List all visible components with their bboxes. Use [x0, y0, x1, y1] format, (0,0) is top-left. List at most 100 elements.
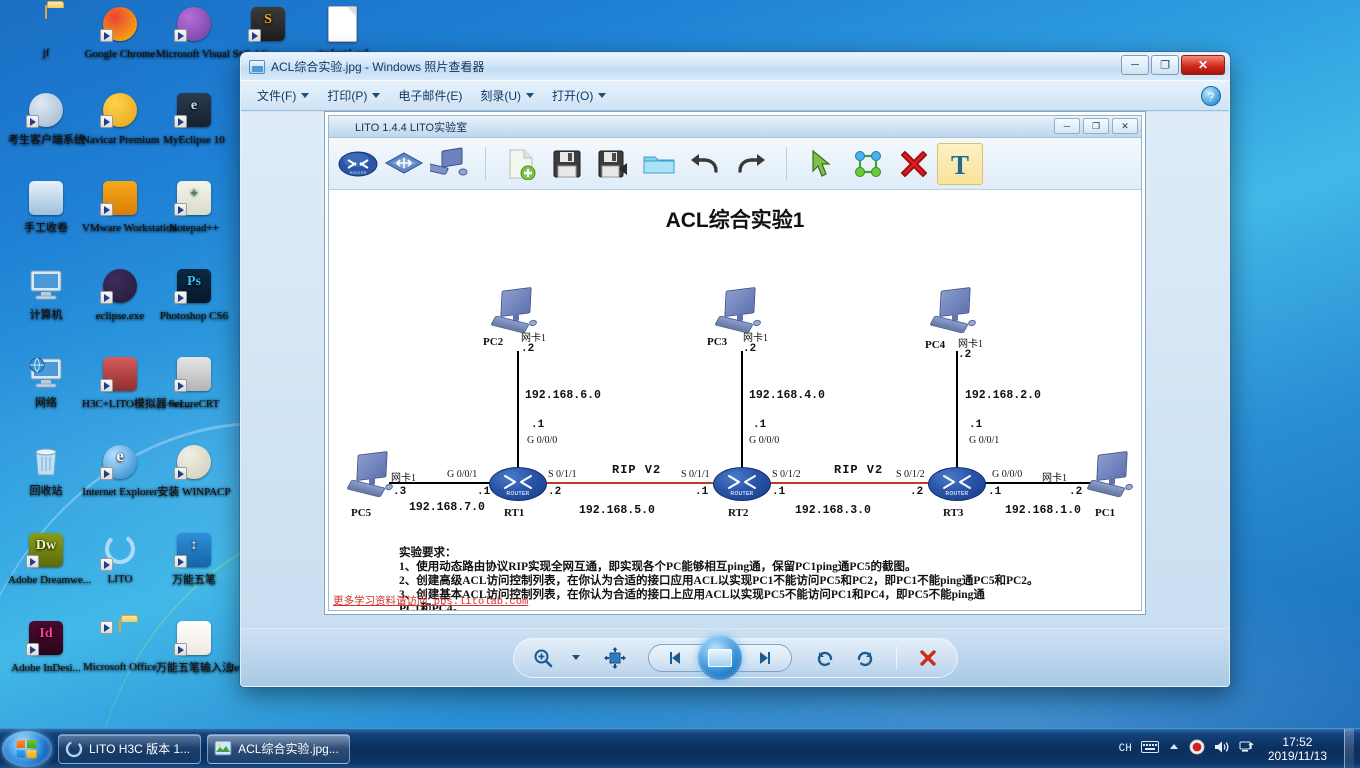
desktop-icon-exam-client[interactable]: 考生客户端系统: [8, 92, 85, 147]
viewer-title: ACL综合实验.jpg - Windows 照片查看器: [271, 60, 485, 74]
desktop-icon-wubi-ime[interactable]: 万能五笔输入法: [156, 620, 233, 675]
volume-icon[interactable]: [1214, 740, 1230, 757]
desktop-icon-myeclipse[interactable]: e MyEclipse 10: [156, 92, 232, 147]
desktop-icon-label: Adobe InDesi...: [11, 662, 81, 674]
rt2-up-interface: G 0/0/0: [749, 435, 780, 446]
network-192-168-1-0: 192.168.1.0: [1005, 504, 1081, 517]
link-pc3-rt2: [741, 351, 743, 483]
network-tray-icon[interactable]: [1239, 740, 1255, 757]
desktop-icon-vmware[interactable]: VMware Workstation: [82, 180, 177, 235]
desktop-icon-indesign[interactable]: Id Adobe InDesi...: [8, 620, 84, 675]
desktop-icon-dreamweaver[interactable]: Dw Adobe Dreamwe...: [8, 532, 91, 587]
zoom-icon[interactable]: [530, 645, 556, 671]
viewer-control-bar: [241, 628, 1229, 686]
lito-minimize-button: ─: [1054, 118, 1080, 134]
taskbar-button-lito-label: LITO H3C 版本 1...: [89, 742, 191, 756]
recorder-icon[interactable]: [1189, 739, 1205, 758]
zoom-dropdown-caret-icon[interactable]: [570, 645, 582, 671]
network-192-168-6-0: 192.168.6.0: [525, 389, 601, 402]
lito-close-button: ✕: [1112, 118, 1138, 134]
desktop-icon-computer[interactable]: 计算机: [8, 268, 84, 322]
viewer-title-bar[interactable]: ACL综合实验.jpg - Windows 照片查看器 ─ ❐ ✕: [241, 53, 1229, 81]
delete-image-icon[interactable]: [915, 645, 941, 671]
desktop-icon-folder[interactable]: jf: [8, 5, 84, 60]
footer-link[interactable]: 更多学习资料请访问 bbs.litolab.com: [333, 593, 528, 608]
topology-canvas: ACL综合实验1 PC2 网卡1 .2 PC3 网卡1 .2 PC4 网卡1 .…: [329, 191, 1141, 610]
clock-date: 2019/11/13: [1267, 748, 1327, 763]
requirement-2: 2、创建高级ACL访问控制列表，在你认为合适的接口应用ACL以实现PC1不能访问…: [399, 575, 1039, 587]
desktop-icon-notepadpp[interactable]: + Notepad++: [156, 180, 232, 235]
desktop-icon-office-folder[interactable]: Microsoft Office: [82, 619, 158, 674]
taskbar: LITO H3C 版本 1... ACL综合实验.jpg... CH 17:52…: [0, 728, 1360, 768]
viewer-maximize-button[interactable]: ❐: [1151, 55, 1179, 75]
help-icon[interactable]: ?: [1201, 85, 1221, 106]
router-rt1-label: RT1: [504, 507, 525, 519]
desktop-icon-lito[interactable]: LITO: [82, 532, 158, 586]
clock[interactable]: 17:52 2019/11/13: [1264, 735, 1335, 763]
desktop-icon-recycle-bin[interactable]: 回收站: [8, 444, 84, 498]
rt1-serial-octet: .2: [548, 486, 562, 498]
router-icon: [928, 467, 986, 501]
rt1-left-interface: G 0/0/1: [447, 469, 478, 480]
viewer-image-canvas: LITO 1.4.4 LITO实验室 ─ ❐ ✕ ROUTER T ACL综合实…: [241, 112, 1229, 628]
taskbar-button-lito[interactable]: LITO H3C 版本 1...: [58, 733, 202, 764]
menu-open[interactable]: 打开(O): [544, 83, 614, 108]
show-hidden-icons-icon[interactable]: [1168, 742, 1180, 755]
lito-application-window: LITO 1.4.4 LITO实验室 ─ ❐ ✕ ROUTER T ACL综合实…: [328, 115, 1142, 611]
lito-app-icon: [65, 740, 83, 758]
rt2-up-octet: .1: [753, 419, 767, 431]
next-image-button[interactable]: [733, 643, 792, 672]
keyboard-icon[interactable]: [1140, 741, 1159, 756]
windows-photo-viewer-window[interactable]: ACL综合实验.jpg - Windows 照片查看器 ─ ❐ ✕ 文件(F) …: [240, 52, 1230, 687]
rt3-lan-right-interface: G 0/0/0: [992, 469, 1023, 480]
desktop-icon-winpcap[interactable]: 安装 WINPACP: [156, 444, 232, 499]
desktop-icon-navicat[interactable]: Navicat Premium: [82, 92, 159, 147]
desktop-icon-eclipse[interactable]: eclipse.exe: [82, 268, 158, 323]
menu-email[interactable]: 电子邮件(E): [390, 83, 470, 108]
start-button[interactable]: [2, 730, 52, 767]
fit-to-window-icon[interactable]: [602, 645, 628, 671]
wubi-icon: ↕: [174, 533, 213, 571]
host-pc5-label: PC5: [351, 507, 372, 519]
menu-burn[interactable]: 刻录(U): [472, 83, 542, 108]
requirement-1: 1、使用动态路由协议RIP实现全网互通，即实现各个PC能够相互ping通，保留P…: [399, 561, 917, 573]
desktop-icon-printer[interactable]: 手工收卷: [8, 180, 84, 235]
slideshow-button[interactable]: [697, 635, 742, 680]
desktop-icon-network[interactable]: 网络: [8, 356, 84, 410]
notepadpp-icon: +: [174, 181, 213, 219]
link-rt2-rt3-serial: [769, 482, 929, 484]
desktop-icon-label: 网络: [35, 397, 57, 409]
navigation-group: [647, 635, 792, 680]
desktop-icon-securecrt[interactable]: SecureCRT: [156, 356, 232, 411]
router-icon: [713, 467, 771, 501]
show-desktop-button[interactable]: [1344, 728, 1354, 768]
chevron-down-icon: [372, 93, 381, 98]
desktop-icon-winrar-archive[interactable]: H3C+LITO模拟器+v1...: [82, 356, 192, 411]
desktop-icon-wubi[interactable]: ↕ 万能五笔: [156, 532, 232, 587]
viewer-minimize-button[interactable]: ─: [1121, 55, 1149, 75]
desktop-icon-label: MyEclipse 10: [163, 134, 225, 146]
rt2-serial-left-interface: S 0/1/1: [681, 469, 710, 480]
desktop-icon-internet-explorer[interactable]: e Internet Explorer: [82, 444, 158, 499]
desktop-icon-chrome[interactable]: Google Chrome: [82, 6, 158, 61]
clock-time: 17:52: [1282, 734, 1313, 749]
menu-print[interactable]: 打印(P): [319, 83, 388, 108]
requirements-heading: 实验要求：: [399, 547, 457, 559]
viewer-close-button[interactable]: ✕: [1181, 55, 1225, 75]
open-folder-tool-icon: [636, 143, 682, 185]
rt3-lan-right-octet: .1: [988, 486, 1002, 498]
ime-indicator[interactable]: CH: [1119, 743, 1132, 755]
securecrt-icon: [174, 357, 213, 395]
desktop-icon-photoshop[interactable]: Ps Photoshop CS6: [156, 268, 232, 323]
rotate-counterclockwise-icon[interactable]: [812, 645, 838, 671]
lito-title-text: LITO 1.4.4 LITO实验室: [355, 121, 468, 134]
office-folder-icon: [100, 619, 139, 658]
rotate-clockwise-icon[interactable]: [852, 645, 878, 671]
link-nodes-tool-icon: [845, 143, 891, 185]
menu-file[interactable]: 文件(F): [249, 83, 317, 108]
photo-viewer-icon: [214, 740, 232, 758]
desktop-icon-visual-studio[interactable]: Microsoft Visual Stu...: [156, 6, 256, 61]
pc-icon: [1086, 451, 1137, 505]
taskbar-button-photo-viewer[interactable]: ACL综合实验.jpg...: [207, 733, 350, 764]
previous-image-button[interactable]: [647, 643, 706, 672]
